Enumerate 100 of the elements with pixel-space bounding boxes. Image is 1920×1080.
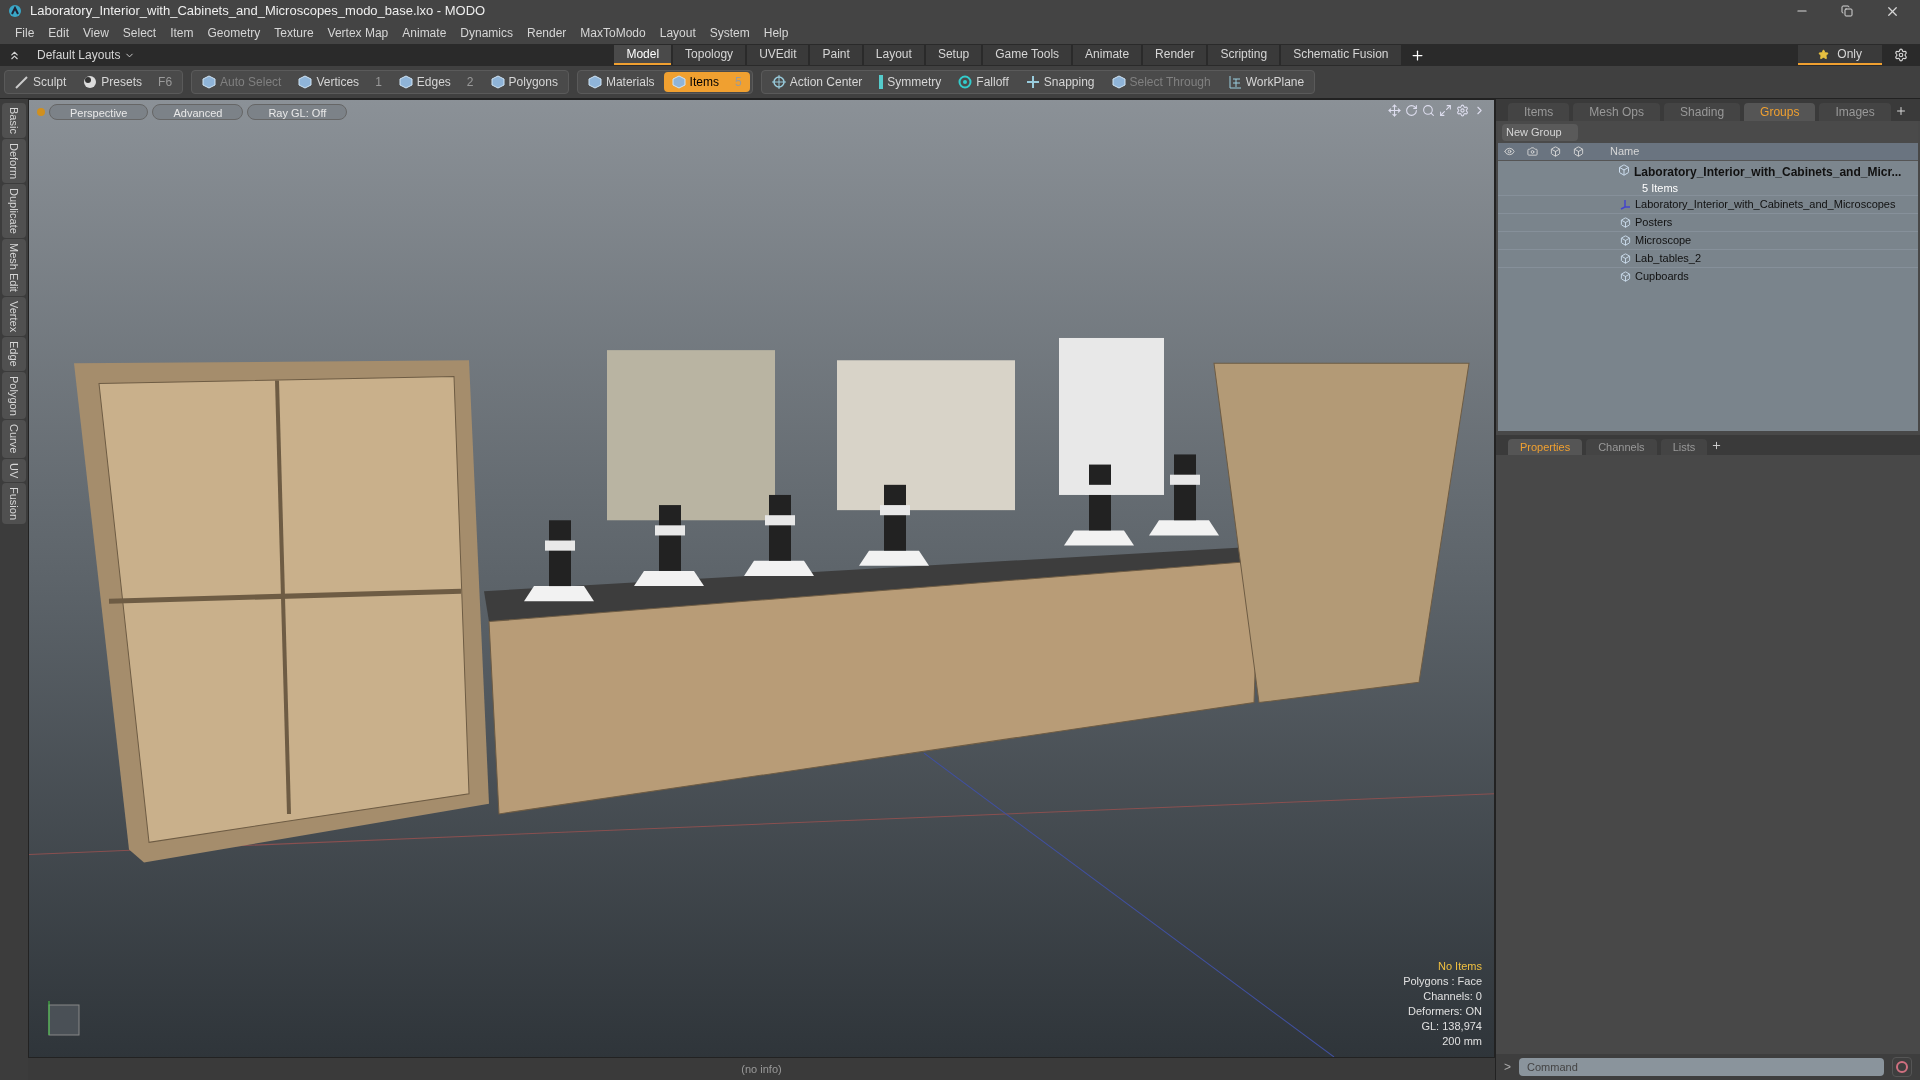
ring-icon xyxy=(958,75,973,89)
tree-item[interactable]: Lab_tables_2 xyxy=(1498,249,1918,267)
panel-tab[interactable]: Shading xyxy=(1664,103,1741,121)
panel-tab[interactable]: Lists xyxy=(1660,439,1708,455)
toolbar-button[interactable]: Presets F6 xyxy=(75,72,181,92)
new-group-button[interactable]: New Group xyxy=(1502,124,1578,141)
restore-icon[interactable] xyxy=(1841,5,1853,17)
layout-tab[interactable]: UVEdit xyxy=(747,45,809,65)
layout-tab[interactable]: Paint xyxy=(810,45,862,65)
panel-tab[interactable]: Properties xyxy=(1508,439,1583,455)
symmetry-icon xyxy=(879,75,884,89)
status-text: (no info) xyxy=(741,1061,782,1077)
toolbar-button[interactable]: Sculpt xyxy=(7,72,75,92)
toolbar-button[interactable]: Vertices 1 xyxy=(290,72,390,92)
column-header: Name xyxy=(1610,144,1640,160)
cube-icon xyxy=(202,75,217,89)
add-tab-icon[interactable] xyxy=(1409,47,1425,63)
side-tab[interactable]: Polygon xyxy=(2,371,26,420)
layout-tab[interactable]: Setup xyxy=(925,45,982,65)
only-button[interactable]: Only xyxy=(1798,45,1882,65)
panel-tab[interactable]: Groups xyxy=(1744,103,1816,121)
menu-item[interactable]: View xyxy=(76,24,116,42)
viewport-info-text: Deformers: ON xyxy=(1408,1004,1482,1019)
zoom-icon[interactable] xyxy=(1422,104,1435,117)
menu-item[interactable]: Geometry xyxy=(200,24,268,42)
group-name[interactable]: Laboratory_Interior_with_Cabinets_and_Micr... xyxy=(1634,163,1902,181)
side-tab[interactable]: Vertex xyxy=(2,296,26,336)
menu-item[interactable]: Texture xyxy=(267,24,321,42)
side-tab[interactable]: Edge xyxy=(2,336,26,371)
mesh-icon xyxy=(1620,235,1631,246)
layout-tab[interactable]: Schematic Fusion xyxy=(1281,45,1401,65)
menu-item[interactable]: MaxToModo xyxy=(573,24,653,42)
layout-tab[interactable]: Animate xyxy=(1073,45,1142,65)
side-tab[interactable]: Curve xyxy=(2,420,26,458)
viewport-option-button[interactable]: Ray GL: Off xyxy=(247,104,348,120)
layout-tab[interactable]: Game Tools xyxy=(983,45,1072,65)
record-button[interactable] xyxy=(1892,1057,1912,1077)
shortcut-label: 1 xyxy=(375,74,382,91)
axes-icon xyxy=(1620,199,1631,210)
mesh-icon xyxy=(1620,271,1631,282)
pan-icon[interactable] xyxy=(1388,104,1401,117)
menu-item[interactable]: Dynamics xyxy=(453,24,520,42)
group-icon xyxy=(1618,164,1630,176)
cube-icon xyxy=(587,75,602,89)
tree-item[interactable]: Laboratory_Interior_with_Cabinets_and_Microscopes xyxy=(1498,195,1918,213)
toolbar-button[interactable]: WorkPlane xyxy=(1219,72,1313,92)
panel-tab[interactable]: Items xyxy=(1508,103,1570,121)
toolbar-button[interactable]: Polygons xyxy=(482,72,566,92)
toolbar-button[interactable]: Symmetry xyxy=(871,72,950,92)
side-tab[interactable]: Duplicate xyxy=(2,183,26,238)
layout-dropdown[interactable]: Default Layouts xyxy=(29,46,144,64)
axis-gizmo-icon xyxy=(47,999,81,1037)
snapping-icon xyxy=(1025,75,1040,89)
panel-tab[interactable]: Images xyxy=(1819,103,1891,121)
menu-item[interactable]: Select xyxy=(115,24,164,42)
viewport-option-button[interactable]: Advanced xyxy=(152,104,244,120)
toolbar-button[interactable]: Items 5 xyxy=(663,72,750,92)
tree-item[interactable]: Posters xyxy=(1498,213,1918,231)
menu-item[interactable]: Layout xyxy=(652,24,703,42)
tree-item[interactable]: Cupboards xyxy=(1498,267,1918,285)
side-tab[interactable]: Basic xyxy=(2,103,26,138)
menu-item[interactable]: Animate xyxy=(395,24,454,42)
menu-item[interactable]: File xyxy=(8,24,42,42)
menu-item[interactable]: Edit xyxy=(41,24,77,42)
layout-tab[interactable]: Scripting xyxy=(1208,45,1280,65)
menu-item[interactable]: System xyxy=(702,24,757,42)
viewport-info-text: Channels: 0 xyxy=(1423,989,1482,1004)
panel-tab[interactable]: Mesh Ops xyxy=(1573,103,1661,121)
side-tab[interactable]: Deform xyxy=(2,138,26,183)
toolbar-button[interactable]: Materials xyxy=(579,72,663,92)
viewport-option-button[interactable]: Perspective xyxy=(49,104,149,120)
window-title: Laboratory_Interior_with_Cabinets_and_Microscopes_modo_base.lxo - MODO xyxy=(30,2,486,21)
layout-tab[interactable]: Layout xyxy=(863,45,924,65)
toolbar-button[interactable]: Action Center xyxy=(763,72,871,92)
crosshair-icon xyxy=(771,75,786,89)
mesh-icon xyxy=(1620,217,1631,228)
add-tab-icon[interactable] xyxy=(1711,440,1723,451)
menu-item[interactable]: Item xyxy=(163,24,201,42)
side-tab[interactable]: Fusion xyxy=(2,483,26,525)
side-tab[interactable]: UV xyxy=(2,458,26,483)
settings-icon[interactable] xyxy=(1894,48,1908,62)
mesh-icon xyxy=(1620,253,1631,264)
fit-icon[interactable] xyxy=(1439,104,1452,117)
layout-tab[interactable]: Topology xyxy=(673,45,746,65)
layout-tab[interactable]: Render xyxy=(1143,45,1207,65)
toolbar-button[interactable]: Edges 2 xyxy=(390,72,482,92)
menu-item[interactable]: Help xyxy=(756,24,796,42)
tree-item[interactable]: Microscope xyxy=(1498,231,1918,249)
command-field[interactable]: Command xyxy=(1519,1058,1884,1076)
toolbar-button[interactable]: Falloff xyxy=(950,72,1017,92)
side-tab[interactable]: Mesh Edit xyxy=(2,238,26,296)
3d-viewport[interactable]: Perspective Advanced Ray GL: Off No Items Polygons : Face Channels: 0 Deformers: ON GL: 138,974 200 mm xyxy=(28,99,1495,1058)
layout-tab[interactable]: Model xyxy=(614,45,672,65)
panel-tab[interactable]: Channels xyxy=(1586,439,1657,455)
toolbar-button[interactable]: Snapping xyxy=(1017,72,1103,92)
shortcut-label: F6 xyxy=(158,74,173,91)
menu-item[interactable]: Render xyxy=(520,24,574,42)
rotate-icon[interactable] xyxy=(1405,104,1418,117)
sphere-icon xyxy=(83,75,98,89)
menu-item[interactable]: Vertex Map xyxy=(320,24,396,42)
